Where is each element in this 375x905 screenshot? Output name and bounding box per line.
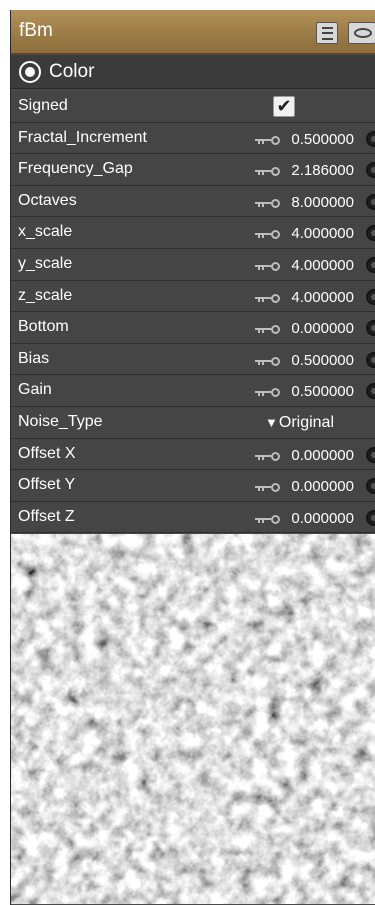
param-label: Signed xyxy=(18,97,68,114)
param-row-octaves[interactable]: Octaves 8.000000 xyxy=(11,185,375,218)
param-value-field[interactable]: 4.000000 xyxy=(291,257,354,274)
connector-port-icon[interactable] xyxy=(366,288,375,305)
param-value-field[interactable]: 0.500000 xyxy=(291,352,354,369)
key-icon[interactable] xyxy=(255,356,281,366)
param-label: Bias xyxy=(18,349,50,367)
key-icon[interactable] xyxy=(255,325,281,335)
param-label: Offset Y xyxy=(18,476,76,494)
param-value-field[interactable]: 0.000000 xyxy=(291,320,354,337)
param-label: Gain xyxy=(18,381,52,399)
key-icon[interactable] xyxy=(255,261,281,271)
param-row-z-scale[interactable]: z_scale 4.000000 xyxy=(11,280,375,313)
key-icon[interactable] xyxy=(255,388,281,398)
param-label: Bottom xyxy=(18,318,69,336)
param-label: Frequency_Gap xyxy=(18,160,133,178)
param-value-field[interactable]: 4.000000 xyxy=(291,225,354,242)
param-label: Fractal_Increment xyxy=(18,128,147,146)
connector-port-icon[interactable] xyxy=(366,162,375,179)
connector-port-icon[interactable] xyxy=(366,130,375,147)
param-value-field[interactable]: 0.000000 xyxy=(291,510,354,527)
key-icon[interactable] xyxy=(255,293,281,303)
param-value-field[interactable]: 0.000000 xyxy=(291,447,354,464)
parameter-list: Signed ✔ Fractal_Increment 0.500000 Frequenc… xyxy=(11,91,375,534)
key-icon[interactable] xyxy=(255,451,281,461)
connector-port-icon[interactable] xyxy=(366,193,375,210)
noise-preview-image xyxy=(11,534,375,904)
key-icon[interactable] xyxy=(255,514,281,524)
param-label: y_scale xyxy=(18,254,73,272)
param-row-signed[interactable]: Signed ✔ xyxy=(11,91,375,123)
connector-port-icon[interactable] xyxy=(366,446,375,463)
param-row-offset-x[interactable]: Offset X 0.000000 xyxy=(11,438,375,471)
param-row-offset-y[interactable]: Offset Y 0.000000 xyxy=(11,470,375,502)
param-row-frequency-gap[interactable]: Frequency_Gap 2.186000 xyxy=(11,154,375,186)
param-label: z_scale xyxy=(18,286,73,304)
param-value-field[interactable]: 8.000000 xyxy=(291,194,354,211)
key-icon[interactable] xyxy=(255,135,281,145)
param-row-offset-z[interactable]: Offset Z 0.000000 xyxy=(11,501,375,534)
radio-target-icon xyxy=(19,61,41,83)
key-icon[interactable] xyxy=(255,198,281,208)
triangle-down-icon: ▼ xyxy=(265,414,278,430)
color-section-header[interactable]: Color xyxy=(11,55,375,89)
param-label: Offset Z xyxy=(18,507,75,525)
node-titlebar[interactable]: fBm xyxy=(11,10,375,54)
connector-port-icon[interactable] xyxy=(366,478,375,495)
param-row-y-scale[interactable]: y_scale 4.000000 xyxy=(11,248,375,281)
fbm-node-panel: fBm Color Signed ✔ Fractal_Increment 0.5000… xyxy=(10,10,375,905)
param-row-fractal-increment[interactable]: Fractal_Increment 0.500000 xyxy=(11,122,375,155)
node-title: fBm xyxy=(19,20,53,41)
key-icon[interactable] xyxy=(255,483,281,493)
connector-port-icon[interactable] xyxy=(366,351,375,368)
param-row-noise-type[interactable]: Noise_Type ▼Original xyxy=(11,406,375,439)
param-label: Octaves xyxy=(18,191,77,209)
param-row-x-scale[interactable]: x_scale 4.000000 xyxy=(11,217,375,249)
connector-port-icon[interactable] xyxy=(366,225,375,242)
signed-checkbox[interactable]: ✔ xyxy=(273,96,295,117)
param-value-field[interactable]: 0.500000 xyxy=(291,131,354,148)
connector-port-icon[interactable] xyxy=(366,509,375,526)
section-label: Color xyxy=(49,61,95,82)
param-value-field[interactable]: 4.000000 xyxy=(291,289,354,306)
connector-port-icon[interactable] xyxy=(366,320,375,337)
list-icon[interactable] xyxy=(316,22,338,44)
param-value-field[interactable]: 0.000000 xyxy=(291,478,354,495)
noise-type-dropdown[interactable]: ▼Original xyxy=(265,414,334,432)
eye-icon[interactable] xyxy=(348,22,375,44)
param-label: x_scale xyxy=(18,223,73,241)
dropdown-value: Original xyxy=(278,413,335,431)
param-label: Offset X xyxy=(18,444,76,462)
param-row-bias[interactable]: Bias 0.500000 xyxy=(11,343,375,376)
key-icon[interactable] xyxy=(255,230,281,240)
param-value-field[interactable]: 0.500000 xyxy=(291,383,354,400)
param-row-bottom[interactable]: Bottom 0.000000 xyxy=(11,312,375,344)
key-icon[interactable] xyxy=(255,167,281,177)
connector-port-icon[interactable] xyxy=(366,383,375,400)
connector-port-icon[interactable] xyxy=(366,256,375,273)
param-label: Noise_Type xyxy=(18,412,103,430)
param-row-gain[interactable]: Gain 0.500000 xyxy=(11,375,375,407)
param-value-field[interactable]: 2.186000 xyxy=(291,162,354,179)
